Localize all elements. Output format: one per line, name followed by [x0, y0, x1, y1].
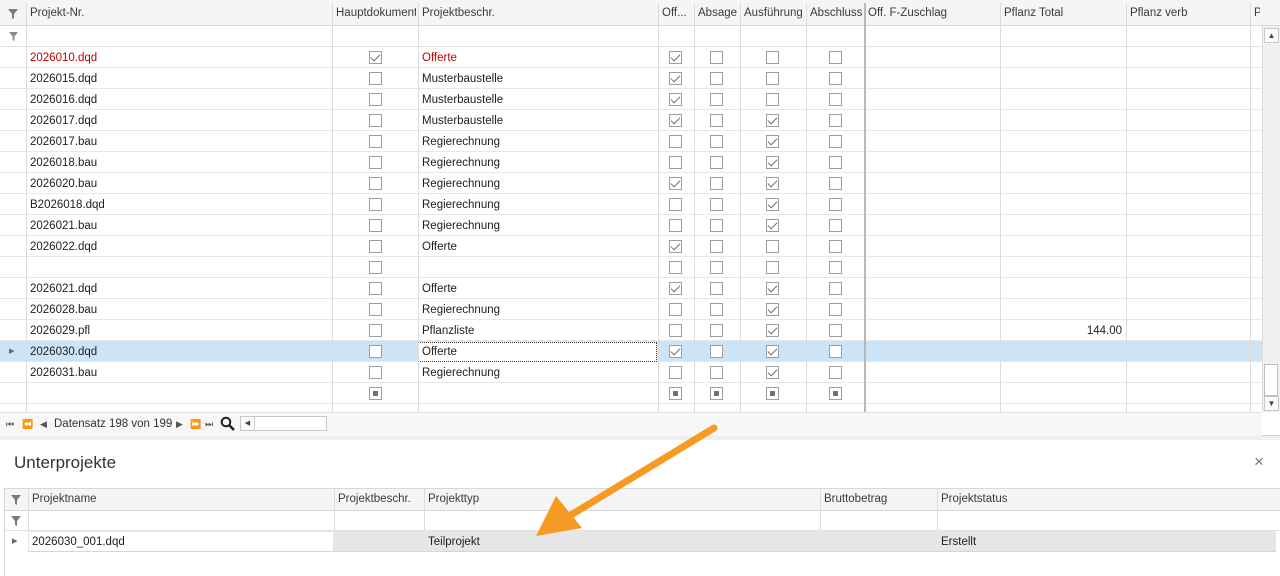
- annotation-arrow-icon: [536, 424, 718, 536]
